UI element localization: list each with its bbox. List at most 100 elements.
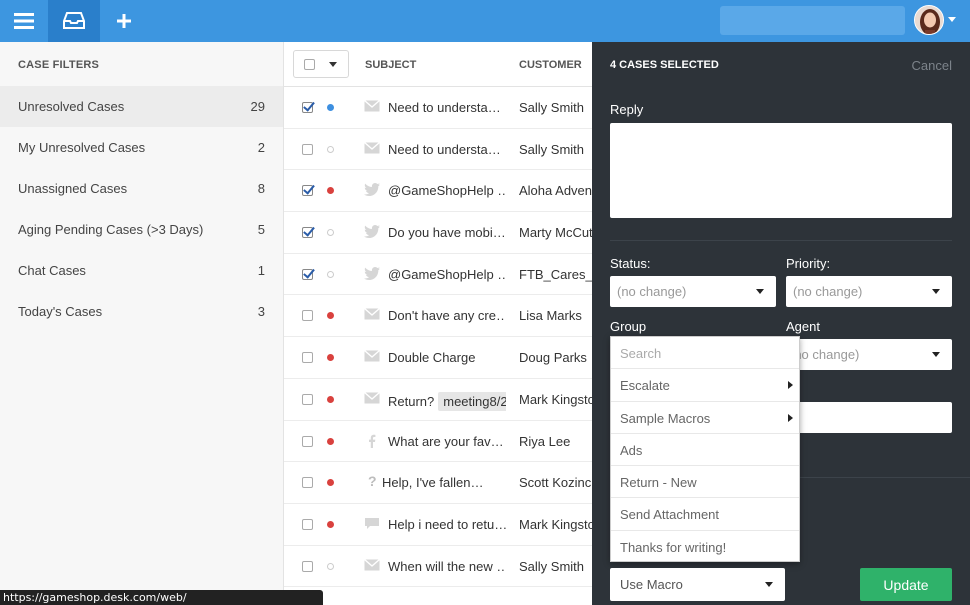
macro-search-input[interactable]: Search xyxy=(611,337,799,370)
email-icon xyxy=(364,558,380,573)
case-customer[interactable]: Marty McCut xyxy=(519,225,592,240)
top-bar xyxy=(0,0,970,42)
column-customer[interactable]: CUSTOMER xyxy=(519,59,582,71)
new-case-button[interactable] xyxy=(100,0,148,42)
table-row[interactable]: Help i need to retu… Mark Kingsto xyxy=(284,504,592,546)
case-customer[interactable]: Riya Lee xyxy=(519,434,592,449)
case-customer[interactable]: Doug Parks xyxy=(519,350,592,365)
row-checkbox[interactable] xyxy=(302,185,313,197)
table-row[interactable]: Return? meeting8/2 Mark Kingsto xyxy=(284,379,592,421)
row-checkbox[interactable] xyxy=(302,393,313,405)
row-checkbox[interactable] xyxy=(302,560,313,572)
table-row[interactable]: Need to understa… Sally Smith xyxy=(284,129,592,171)
facebook-icon xyxy=(364,434,380,448)
table-row[interactable]: Do you have mobi… Marty McCut xyxy=(284,212,592,254)
email-icon xyxy=(364,391,380,406)
row-checkbox[interactable] xyxy=(302,143,313,155)
macro-item-return-new[interactable]: Return - New xyxy=(611,466,799,499)
case-subject[interactable]: What are your fav… xyxy=(388,434,506,449)
case-customer[interactable]: Lisa Marks xyxy=(519,308,592,323)
macro-item-sample-macros[interactable]: Sample Macros xyxy=(611,402,799,434)
table-row[interactable]: Don't have any cre… Lisa Marks xyxy=(284,295,592,338)
case-subject[interactable]: Help i need to retu… xyxy=(388,517,506,532)
row-checkbox[interactable] xyxy=(302,352,313,364)
bulk-select-dropdown[interactable] xyxy=(293,50,349,78)
user-menu-caret-icon[interactable] xyxy=(948,17,956,22)
table-row[interactable]: @GameShopHelp … FTB_Cares_B xyxy=(284,254,592,296)
case-subject-text: Don't have any cre… xyxy=(388,308,506,324)
priority-select[interactable]: (no change) xyxy=(786,276,952,307)
case-customer[interactable]: Mark Kingsto xyxy=(519,392,592,407)
case-subject[interactable]: When will the new … xyxy=(388,559,506,574)
case-subject[interactable]: Return? meeting8/2 xyxy=(388,391,506,411)
case-subject[interactable]: Help, I've fallen… xyxy=(382,475,500,490)
macro-item-ads[interactable]: Ads xyxy=(611,434,799,467)
case-subject-text: Help, I've fallen… xyxy=(382,475,484,491)
status-dot-icon xyxy=(327,354,334,362)
table-row[interactable]: Need to understa… Sally Smith xyxy=(284,87,592,129)
column-subject[interactable]: SUBJECT xyxy=(365,59,416,71)
filter-label: Aging Pending Cases (>3 Days) xyxy=(18,222,204,237)
filter-unresolved-cases[interactable]: Unresolved Cases 29 xyxy=(0,86,283,127)
plus-icon xyxy=(117,14,131,28)
use-macro-select[interactable]: Use Macro xyxy=(610,568,785,601)
macro-item-send-attachment[interactable]: Send Attachment xyxy=(611,498,799,531)
case-subject[interactable]: Double Charge xyxy=(388,350,506,365)
filter-count: 29 xyxy=(250,99,265,114)
status-dot-icon xyxy=(327,104,334,111)
filter-aging-pending-cases[interactable]: Aging Pending Cases (>3 Days) 5 xyxy=(0,209,283,250)
filter-label: My Unresolved Cases xyxy=(18,140,146,155)
case-subject[interactable]: Need to understa… xyxy=(388,100,506,115)
row-checkbox[interactable] xyxy=(302,227,313,239)
table-row[interactable]: When will the new … Sally Smith xyxy=(284,546,592,588)
select-all-checkbox[interactable] xyxy=(304,59,315,70)
case-customer[interactable]: Sally Smith xyxy=(519,100,592,115)
case-customer[interactable]: Mark Kingsto xyxy=(519,517,592,532)
row-checkbox[interactable] xyxy=(302,310,313,322)
case-customer[interactable]: Scott Kozinch xyxy=(519,475,592,490)
row-checkbox[interactable] xyxy=(302,102,313,113)
row-checkbox[interactable] xyxy=(302,268,313,280)
hamburger-menu-button[interactable] xyxy=(0,0,48,42)
avatar[interactable] xyxy=(914,5,944,35)
row-checkbox[interactable] xyxy=(302,435,313,447)
row-checkbox[interactable] xyxy=(302,477,313,489)
case-label-tag[interactable]: meeting8/2 xyxy=(438,391,506,411)
agent-select[interactable]: (no change) xyxy=(786,339,952,370)
case-customer[interactable]: FTB_Cares_B xyxy=(519,267,592,282)
case-customer[interactable]: Aloha Advent xyxy=(519,183,592,198)
macro-item-thanks-for-writing[interactable]: Thanks for writing! xyxy=(611,531,799,563)
labels-input[interactable] xyxy=(785,402,952,433)
status-select[interactable]: (no change) xyxy=(610,276,776,307)
inbox-button[interactable] xyxy=(48,0,100,42)
status-dot-icon xyxy=(327,520,334,528)
cancel-button[interactable]: Cancel xyxy=(912,58,952,73)
table-row[interactable]: ? Help, I've fallen… Scott Kozinch xyxy=(284,462,592,504)
case-subject[interactable]: Don't have any cre… xyxy=(388,308,506,323)
filter-count: 2 xyxy=(257,140,265,155)
filter-chat-cases[interactable]: Chat Cases 1 xyxy=(0,250,283,291)
reply-textarea[interactable] xyxy=(610,123,952,218)
case-customer[interactable]: Sally Smith xyxy=(519,559,592,574)
filter-my-unresolved-cases[interactable]: My Unresolved Cases 2 xyxy=(0,127,283,168)
filter-count: 3 xyxy=(257,304,265,319)
macro-dropdown-menu: Search Escalate Sample Macros Ads Return… xyxy=(610,336,800,562)
macro-item-escalate[interactable]: Escalate xyxy=(611,369,799,402)
chevron-down-icon[interactable] xyxy=(329,62,337,67)
filter-todays-cases[interactable]: Today's Cases 3 xyxy=(0,291,283,332)
update-button[interactable]: Update xyxy=(860,568,952,601)
case-subject[interactable]: @GameShopHelp … xyxy=(388,183,506,198)
table-row[interactable]: What are your fav… Riya Lee xyxy=(284,421,592,463)
case-subject[interactable]: Do you have mobi… xyxy=(388,225,506,240)
svg-text:?: ? xyxy=(368,474,377,488)
status-dot-icon xyxy=(327,395,334,403)
row-checkbox[interactable] xyxy=(302,518,313,530)
table-row[interactable]: @GameShopHelp … Aloha Advent xyxy=(284,170,592,213)
filter-unassigned-cases[interactable]: Unassigned Cases 8 xyxy=(0,168,283,209)
case-subject[interactable]: @GameShopHelp … xyxy=(388,267,506,282)
case-subject[interactable]: Need to understa… xyxy=(388,142,506,157)
status-dot-icon xyxy=(327,270,334,278)
table-row[interactable]: Double Charge Doug Parks xyxy=(284,337,592,379)
global-search-input[interactable] xyxy=(720,6,905,35)
case-customer[interactable]: Sally Smith xyxy=(519,142,592,157)
